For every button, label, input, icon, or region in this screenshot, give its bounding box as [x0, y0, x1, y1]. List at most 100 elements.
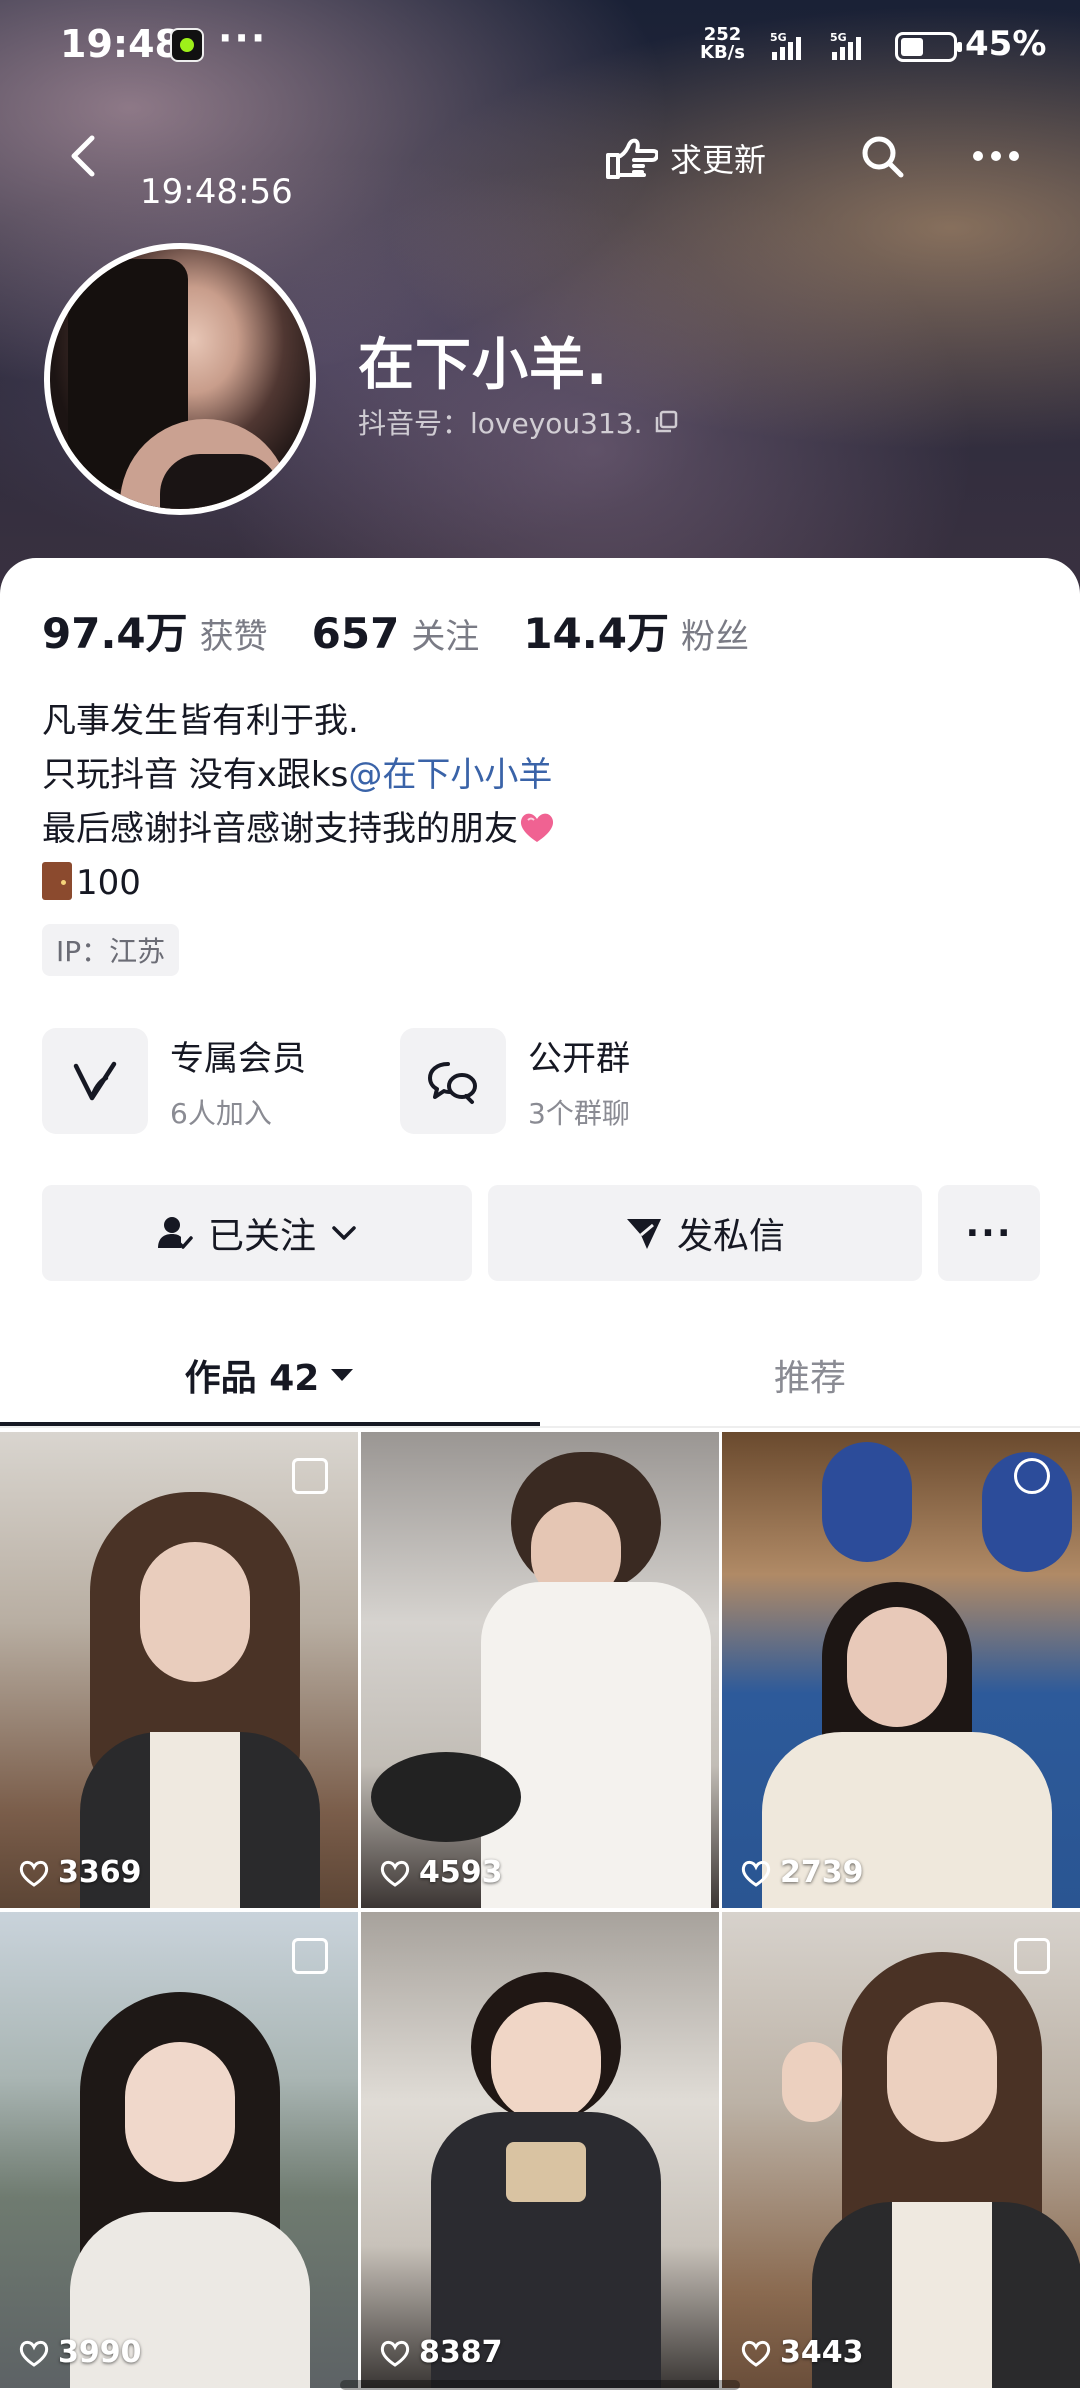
multi-image-icon — [1014, 1938, 1050, 1974]
group-subtitle: 3个群聊 — [528, 1096, 630, 1130]
live-photo-icon — [1014, 1458, 1050, 1494]
group-title: 公开群 — [528, 1038, 630, 1079]
video-likes: 3990 — [18, 2335, 142, 2370]
vip-v-icon — [73, 1061, 117, 1101]
followed-button[interactable]: 已关注 — [42, 1185, 472, 1281]
bio: 凡事发生皆有利于我. 只玩抖音 没有x跟ks@在下小小羊 最后感谢抖音感谢支持我… — [42, 694, 556, 910]
signal-2-label: 5G — [830, 31, 847, 44]
door-icon — [42, 862, 72, 900]
heart-outline-icon — [19, 1860, 49, 1887]
video-likes: 4593 — [379, 1855, 503, 1890]
bio-line-4: 100 — [42, 856, 556, 910]
video-likes-count: 3443 — [780, 2335, 864, 2370]
video-tile[interactable]: 3443 — [722, 1912, 1080, 2388]
battery-percent: 45% — [965, 24, 1047, 64]
membership-subtitle: 6人加入 — [170, 1096, 272, 1130]
copy-icon[interactable] — [653, 409, 679, 435]
following-label: 关注 — [411, 617, 480, 657]
bio-line-3: 最后感谢抖音感谢支持我的朋友 — [42, 802, 556, 856]
membership-title: 专属会员 — [170, 1038, 306, 1079]
more-options-button[interactable] — [966, 126, 1026, 186]
bio-line-2-text: 只玩抖音 没有x跟ks — [42, 755, 349, 795]
bio-line-4-text: 100 — [76, 863, 141, 903]
likes-label: 获赞 — [199, 617, 268, 657]
followed-label: 已关注 — [207, 1216, 316, 1257]
more-dots-icon — [973, 151, 1019, 161]
video-tile[interactable]: 8387 — [361, 1912, 719, 2388]
feature-icon-box — [400, 1028, 506, 1134]
tab-works-label: 作品 42 — [184, 1358, 320, 1399]
heart-outline-icon — [380, 2340, 410, 2367]
signal-1-label: 5G — [770, 31, 787, 44]
followers-count[interactable]: 14.4万 — [523, 600, 669, 661]
tab-recommend[interactable]: 推荐 — [540, 1320, 1080, 1430]
video-grid: 3369 4593 2739 3990 8387 3443 — [0, 1432, 1080, 2400]
search-icon — [862, 136, 904, 178]
tabs-divider — [0, 1426, 1080, 1428]
username: 在下小羊. — [358, 333, 609, 398]
status-more-indicator: ··· — [218, 16, 268, 60]
clock-overlay: 19:48:56 — [140, 172, 293, 212]
video-likes: 2739 — [740, 1855, 864, 1890]
send-message-button[interactable]: 发私信 — [488, 1185, 922, 1281]
video-tile[interactable]: 4593 — [361, 1432, 719, 1908]
multi-image-icon — [292, 1938, 328, 1974]
more-actions-label: ··· — [965, 1212, 1013, 1254]
public-group-entry[interactable]: 公开群 3个群聊 — [400, 1028, 630, 1134]
request-update-button[interactable]: 求更新 — [604, 128, 766, 188]
network-speed: 252 KB/s — [700, 26, 745, 62]
video-likes: 3443 — [740, 2335, 864, 2370]
caret-down-icon — [331, 1369, 354, 1381]
status-bar: 19:48 ··· 252 KB/s 5G 5G 45% — [0, 0, 1080, 90]
signal-5g-icon-1: 5G — [770, 31, 801, 60]
bio-line-2: 只玩抖音 没有x跟ks@在下小小羊 — [42, 748, 556, 802]
search-button[interactable] — [852, 126, 912, 186]
pink-heart-icon — [520, 813, 554, 842]
douyin-id-text: 抖音号：loveyou313. — [358, 407, 643, 440]
douyin-id[interactable]: 抖音号：loveyou313. — [358, 402, 679, 442]
home-indicator[interactable] — [340, 2380, 740, 2390]
heart-outline-icon — [741, 2340, 771, 2367]
video-likes-count: 4593 — [419, 1855, 503, 1890]
video-likes: 3369 — [18, 1855, 142, 1890]
tab-recommend-label: 推荐 — [773, 1358, 846, 1399]
likes-count[interactable]: 97.4万 — [42, 600, 188, 661]
video-likes-count: 3990 — [58, 2335, 142, 2370]
video-tile[interactable]: 3369 — [0, 1432, 358, 1908]
exclusive-membership-entry[interactable]: 专属会员 6人加入 — [42, 1028, 306, 1134]
group-chat-icon — [428, 1062, 477, 1104]
heart-outline-icon — [19, 2340, 49, 2367]
content-tabs: 作品 42 推荐 — [0, 1320, 1080, 1430]
send-message-label: 发私信 — [676, 1216, 785, 1257]
ip-location-tag: IP：江苏 — [42, 924, 180, 976]
bio-mention-link[interactable]: @在下小小羊 — [348, 755, 552, 795]
paper-plane-icon — [626, 1219, 661, 1249]
video-likes: 8387 — [379, 2335, 503, 2370]
video-tile[interactable]: 3990 — [0, 1912, 358, 2388]
video-likes-count: 2739 — [780, 1855, 864, 1890]
status-time: 19:48 — [60, 22, 181, 66]
heart-outline-icon — [380, 1860, 410, 1887]
pointing-hand-icon — [606, 138, 658, 179]
video-likes-count: 8387 — [419, 2335, 503, 2370]
chevron-left-icon — [71, 135, 95, 177]
back-button[interactable] — [56, 128, 112, 184]
feature-icon-box — [42, 1028, 148, 1134]
stats-row: 97.4万 获赞 657 关注 14.4万 粉丝 — [42, 600, 793, 660]
signal-5g-icon-2: 5G — [830, 31, 861, 60]
following-count[interactable]: 657 — [312, 609, 400, 658]
request-update-label: 求更新 — [670, 141, 767, 179]
followers-label: 粉丝 — [680, 617, 749, 657]
avatar[interactable] — [44, 243, 316, 515]
chevron-down-icon — [332, 1226, 356, 1240]
app-notification-icon — [170, 28, 204, 62]
bio-line-1: 凡事发生皆有利于我. — [42, 701, 359, 741]
battery-icon — [895, 32, 962, 62]
more-actions-button[interactable]: ··· — [938, 1185, 1040, 1281]
tab-works[interactable]: 作品 42 — [0, 1320, 540, 1430]
user-check-icon — [157, 1217, 193, 1249]
bio-line-3-text: 最后感谢抖音感谢支持我的朋友 — [42, 809, 518, 849]
video-tile[interactable]: 2739 — [722, 1432, 1080, 1908]
heart-outline-icon — [741, 1860, 771, 1887]
multi-image-icon — [292, 1458, 328, 1494]
